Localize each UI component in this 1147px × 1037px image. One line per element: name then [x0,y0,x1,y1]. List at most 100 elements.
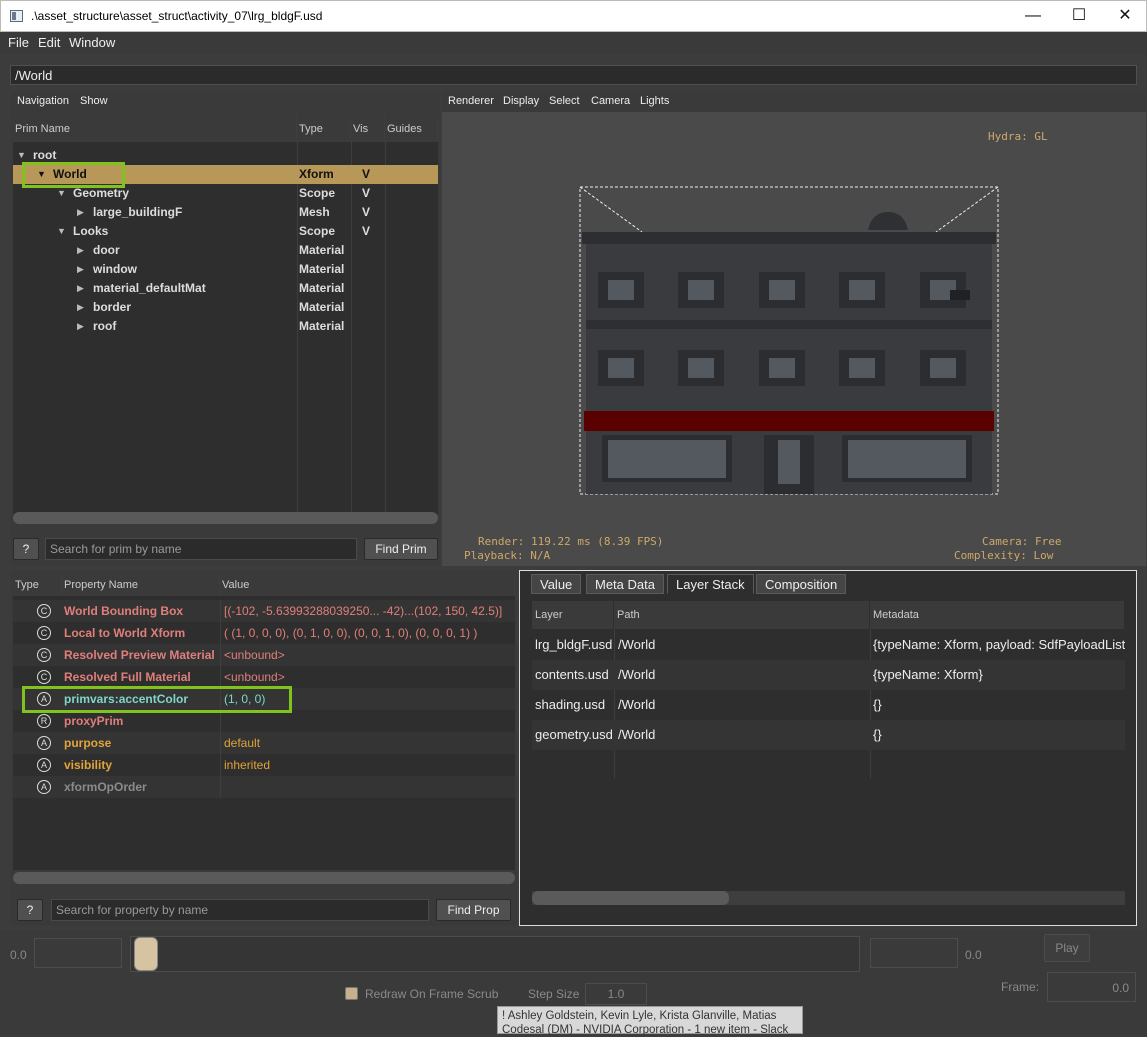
expand-toggle-icon[interactable]: ▶ [77,283,84,294]
notification-line-2: Codesal (DM) - NVIDIA Corporation - 1 ne… [502,1024,789,1036]
tab-composition[interactable]: Composition [756,574,847,594]
prim-type: Material [299,300,345,314]
expand-toggle-icon[interactable]: ▶ [77,302,84,313]
frame-field[interactable]: 0.0 [1047,972,1136,1002]
prim-search-input[interactable]: Search for prim by name [45,538,357,560]
tree-row[interactable]: ▶ material_defaultMat Material [13,279,438,298]
frame-slider-handle[interactable] [134,937,158,971]
minimize-button[interactable]: — [1010,1,1056,32]
tree-row[interactable]: ▶ border Material [13,298,438,317]
step-size-field[interactable]: 1.0 [585,983,647,1005]
camera-stats: Camera: Free [982,535,1062,548]
property-row[interactable]: Apurpose default [13,732,515,754]
menu-edit[interactable]: Edit [38,35,60,50]
menu-lights[interactable]: Lights [640,95,669,107]
layer-path: /World [618,727,656,742]
expand-toggle-icon[interactable]: ▶ [77,264,84,275]
tree-row[interactable]: ▶ large_buildingF Mesh V [13,203,438,222]
find-prop-button[interactable]: Find Prop [436,899,511,921]
frame-slider[interactable] [130,936,860,972]
prim-help-button[interactable]: ? [13,538,39,560]
menu-navigation[interactable]: Navigation [17,95,69,107]
property-row[interactable]: RproxyPrim [13,710,515,732]
layer-metadata: {} [873,697,882,712]
tree-row[interactable]: ▶ window Material [13,260,438,279]
prim-path-field[interactable]: /World [10,65,1137,85]
prim-name: window [93,262,137,276]
property-row[interactable]: Avisibility inherited [13,754,515,776]
menu-window[interactable]: Window [69,35,115,50]
layer-name: shading.usd [535,697,606,712]
tab-value[interactable]: Value [531,574,582,594]
prim-type: Xform [299,167,334,181]
prop-help-button[interactable]: ? [17,899,43,921]
prim-vis[interactable]: V [362,167,370,181]
tree-row[interactable]: ▼ Looks Scope V [13,222,438,241]
tree-row[interactable]: ▶ roof Material [13,317,438,336]
property-value: <unbound> [224,670,285,684]
expand-toggle-icon[interactable]: ▶ [77,207,84,218]
property-row[interactable]: C Resolved Full Material <unbound> [13,666,515,688]
column-prop-type[interactable]: Type [13,574,62,596]
column-prop-value[interactable]: Value [220,574,515,596]
menu-camera[interactable]: Camera [591,95,630,107]
find-prim-button[interactable]: Find Prim [364,538,438,560]
prim-vis[interactable]: V [362,224,370,238]
column-type[interactable]: Type [297,116,351,142]
menu-display[interactable]: Display [503,95,539,107]
close-button[interactable]: ✕ [1102,1,1147,32]
expand-toggle-icon[interactable]: ▶ [77,245,84,256]
prim-vis[interactable]: V [362,186,370,200]
prim-name: large_buildingF [93,205,183,219]
column-prim-name[interactable]: Prim Name [13,116,297,142]
scrollbar-thumb[interactable] [532,891,729,905]
expand-toggle-icon[interactable]: ▼ [57,226,66,236]
tab-meta-data[interactable]: Meta Data [586,574,664,594]
end-frame-field[interactable] [870,938,958,968]
column-vis[interactable]: Vis [351,116,385,142]
column-guides[interactable]: Guides [385,116,438,142]
expand-toggle-icon[interactable]: ▼ [57,188,66,198]
maximize-button[interactable]: ☐ [1056,1,1102,32]
menu-show[interactable]: Show [80,95,108,107]
property-row[interactable]: AxformOpOrder [13,776,515,798]
tree-row[interactable]: ▶ door Material [13,241,438,260]
property-search-input[interactable]: Search for property by name [51,899,429,921]
property-row[interactable]: C World Bounding Box [(-102, -5.6399328803… [13,600,515,622]
start-frame-field[interactable] [34,938,122,968]
layer-name: contents.usd [535,667,609,682]
layer-row[interactable]: lrg_bldgF.usd/World {typeName: Xform, pay… [532,630,1125,660]
layer-row[interactable]: shading.usd/World {} [532,690,1125,720]
property-row[interactable]: C Resolved Preview Material <unbound> [13,644,515,666]
expand-toggle-icon[interactable]: ▼ [17,150,26,160]
property-row[interactable]: C Local to World Xform ( (1, 0, 0, 0), (0,… [13,622,515,644]
viewport-panel[interactable]: Renderer Display Select Camera Lights Hy… [442,92,1146,566]
property-type-icon: C [37,648,51,662]
column-path[interactable]: Path [614,601,870,629]
column-metadata[interactable]: Metadata [870,601,1125,629]
expand-toggle-icon[interactable]: ▶ [77,321,84,332]
layer-stack-scrollbar[interactable] [532,891,1125,905]
tab-layer-stack[interactable]: Layer Stack [667,574,754,594]
property-name: Local to World Xform [64,626,186,640]
play-button[interactable]: Play [1044,934,1090,962]
layer-metadata: {} [873,727,882,742]
menu-renderer[interactable]: Renderer [448,95,494,107]
menu-file[interactable]: File [8,35,29,50]
property-name: visibility [64,758,113,772]
redraw-checkbox[interactable] [345,987,358,1000]
layer-row[interactable]: contents.usd/World {typeName: Xform} [532,660,1125,690]
menu-select[interactable]: Select [549,95,580,107]
prim-name: root [33,148,57,162]
property-type-icon: R [37,714,51,728]
notification-toast[interactable]: ! Ashley Goldstein, Kevin Lyle, Krista G… [497,1006,803,1036]
property-scrollbar[interactable] [13,872,515,884]
column-divider [220,754,221,776]
column-layer[interactable]: Layer [532,601,614,629]
layer-name: lrg_bldgF.usd [535,637,613,652]
layer-row[interactable]: geometry.usd/World {} [532,720,1125,750]
complexity-stats: Complexity: Low [954,549,1054,562]
prim-vis[interactable]: V [362,205,370,219]
prim-tree-scrollbar[interactable] [13,512,438,524]
column-prop-name[interactable]: Property Name [62,574,220,596]
